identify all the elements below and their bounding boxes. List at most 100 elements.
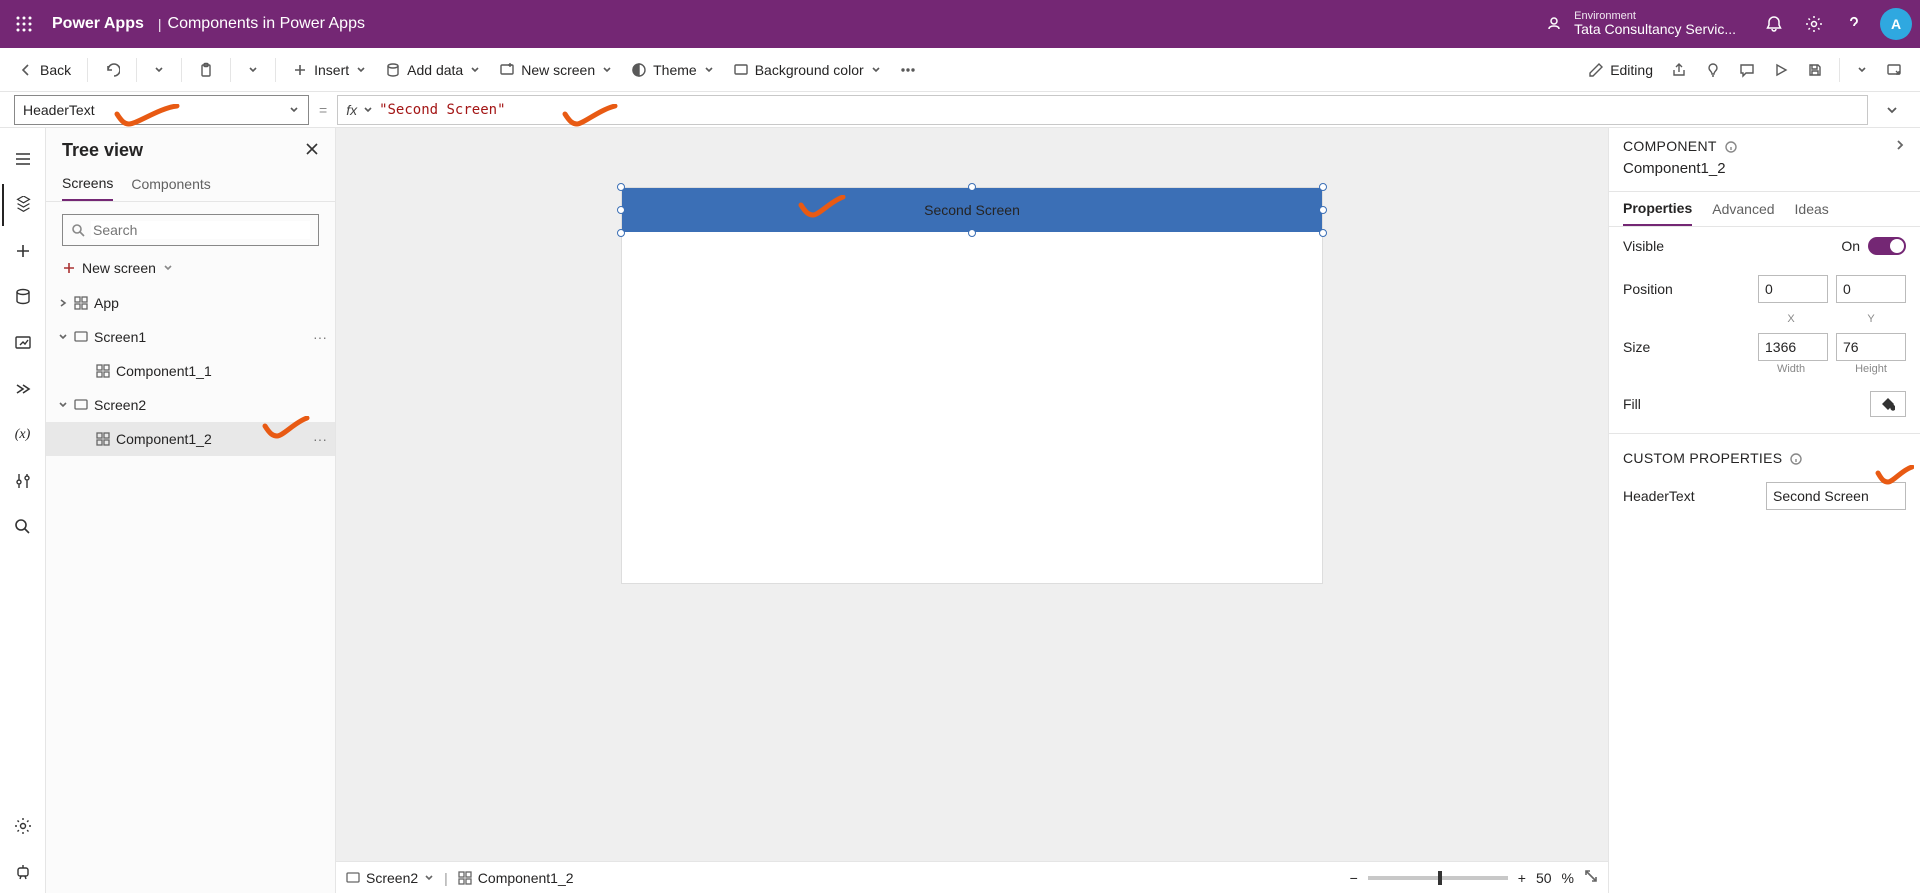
new-screen-button[interactable]: New screen — [491, 56, 621, 84]
media-rail-icon[interactable] — [2, 322, 44, 364]
properties-panel: COMPONENT Component1_2 Properties Advanc… — [1608, 128, 1920, 893]
save-button[interactable] — [1799, 56, 1831, 84]
formula-value: "Second Screen" — [379, 102, 505, 118]
comments-button[interactable] — [1731, 56, 1763, 84]
undo-button[interactable] — [96, 56, 128, 84]
new-screen-tree-button[interactable]: New screen — [46, 254, 335, 286]
environment-name: Tata Consultancy Servic... — [1574, 22, 1736, 37]
zoom-value: 50 — [1536, 870, 1552, 886]
tab-properties[interactable]: Properties — [1623, 192, 1692, 226]
back-button[interactable]: Back — [10, 56, 79, 84]
breadcrumb-screen[interactable]: Screen2 — [346, 870, 434, 886]
tools-rail-icon[interactable] — [2, 460, 44, 502]
status-bar: Screen2 | Component1_2 − + 50 % — [336, 861, 1608, 893]
position-x-input[interactable] — [1758, 275, 1828, 303]
tab-ideas[interactable]: Ideas — [1795, 192, 1829, 226]
tree-search-input[interactable] — [91, 221, 310, 239]
environment-picker[interactable]: Environment Tata Consultancy Servic... — [1574, 10, 1736, 37]
equals-sign: = — [319, 102, 327, 118]
environment-label: Environment — [1574, 10, 1736, 22]
close-tree-button[interactable] — [305, 142, 319, 159]
visible-toggle[interactable] — [1868, 237, 1906, 255]
panel-section-label: COMPONENT — [1623, 138, 1716, 154]
prop-visible-value: On — [1841, 238, 1860, 254]
component-header[interactable]: Second Screen — [622, 188, 1322, 232]
virtual-agent-icon[interactable] — [2, 851, 44, 893]
app-checker-button[interactable] — [1697, 56, 1729, 84]
insert-rail-icon[interactable] — [2, 230, 44, 272]
position-y-input[interactable] — [1836, 275, 1906, 303]
component-header-text: Second Screen — [924, 202, 1020, 218]
tree-item-component1-1[interactable]: Component1_1 — [46, 354, 335, 388]
variables-rail-icon[interactable]: (x) — [2, 414, 44, 456]
paste-button[interactable] — [190, 56, 222, 84]
publish-button[interactable] — [1878, 56, 1910, 84]
command-bar: Back Insert Add data New screen Theme Ba… — [0, 48, 1920, 92]
suite-header: Power Apps | Components in Power Apps En… — [0, 0, 1920, 48]
editing-mode-button[interactable]: Editing — [1580, 56, 1661, 84]
tab-screens[interactable]: Screens — [62, 167, 113, 201]
tree-item-more[interactable]: ··· — [313, 329, 327, 345]
headertext-input[interactable] — [1766, 482, 1906, 510]
preview-button[interactable] — [1765, 56, 1797, 84]
canvas-screen[interactable]: Second Screen — [622, 188, 1322, 583]
app-launcher-icon[interactable] — [8, 8, 40, 40]
canvas-area[interactable]: Second Screen Screen2 | Component1_2 — [336, 128, 1608, 893]
help-icon[interactable] — [1834, 4, 1874, 44]
user-avatar[interactable]: A — [1880, 8, 1912, 40]
prop-fill-label: Fill — [1623, 396, 1641, 412]
tree-item-screen2[interactable]: Screen2 — [46, 388, 335, 422]
theme-button[interactable]: Theme — [623, 56, 723, 84]
tab-advanced[interactable]: Advanced — [1712, 192, 1774, 226]
property-selector-value: HeaderText — [23, 102, 95, 118]
prop-headertext-label: HeaderText — [1623, 488, 1695, 504]
zoom-in-button[interactable]: + — [1518, 870, 1526, 886]
formula-input[interactable]: fx "Second Screen" — [337, 95, 1868, 125]
size-width-input[interactable] — [1758, 333, 1828, 361]
property-selector[interactable]: HeaderText — [14, 95, 309, 125]
flows-rail-icon[interactable] — [2, 368, 44, 410]
fx-icon: fx — [346, 102, 357, 118]
notifications-icon[interactable] — [1754, 4, 1794, 44]
zoom-out-button[interactable]: − — [1350, 870, 1358, 886]
paste-dropdown[interactable] — [239, 58, 267, 82]
tree-item-component1-2[interactable]: Component1_2 ··· — [46, 422, 335, 456]
formula-expand-button[interactable] — [1878, 103, 1906, 117]
fill-color-button[interactable] — [1870, 391, 1906, 417]
breadcrumb-selected[interactable]: Component1_2 — [458, 870, 574, 886]
insert-button[interactable]: Insert — [284, 56, 375, 84]
prop-size-label: Size — [1623, 339, 1650, 355]
environment-icon[interactable] — [1534, 4, 1574, 44]
zoom-unit: % — [1562, 870, 1574, 886]
more-commands-button[interactable] — [892, 56, 924, 84]
hamburger-icon[interactable] — [2, 138, 44, 180]
tree-search[interactable] — [62, 214, 319, 246]
zoom-slider[interactable] — [1368, 876, 1508, 880]
tree-item-more[interactable]: ··· — [313, 431, 327, 447]
save-dropdown[interactable] — [1848, 58, 1876, 82]
tree-item-screen1[interactable]: Screen1 ··· — [46, 320, 335, 354]
tab-components[interactable]: Components — [131, 167, 210, 201]
panel-expand-button[interactable] — [1894, 138, 1906, 154]
background-color-button[interactable]: Background color — [725, 56, 890, 84]
formula-bar: HeaderText = fx "Second Screen" — [0, 92, 1920, 128]
tree-item-app[interactable]: App — [46, 286, 335, 320]
undo-dropdown[interactable] — [145, 58, 173, 82]
title-separator: | — [158, 16, 162, 32]
tree-view-title: Tree view — [62, 140, 143, 161]
custom-properties-label: CUSTOM PROPERTIES — [1623, 450, 1782, 466]
left-rail: (x) — [0, 128, 46, 893]
data-rail-icon[interactable] — [2, 276, 44, 318]
share-button[interactable] — [1663, 56, 1695, 84]
size-height-input[interactable] — [1836, 333, 1906, 361]
tree-view-icon[interactable] — [2, 184, 44, 226]
search-rail-icon[interactable] — [2, 506, 44, 548]
add-data-button[interactable]: Add data — [377, 56, 489, 84]
tree-view-panel: Tree view Screens Components New screen … — [46, 128, 336, 893]
settings-icon[interactable] — [1794, 4, 1834, 44]
document-title: Components in Power Apps — [168, 15, 365, 33]
selected-element-name: Component1_2 — [1623, 154, 1906, 187]
settings-rail-icon[interactable] — [2, 805, 44, 847]
app-name: Power Apps — [52, 15, 144, 33]
fit-to-window-button[interactable] — [1584, 869, 1598, 886]
